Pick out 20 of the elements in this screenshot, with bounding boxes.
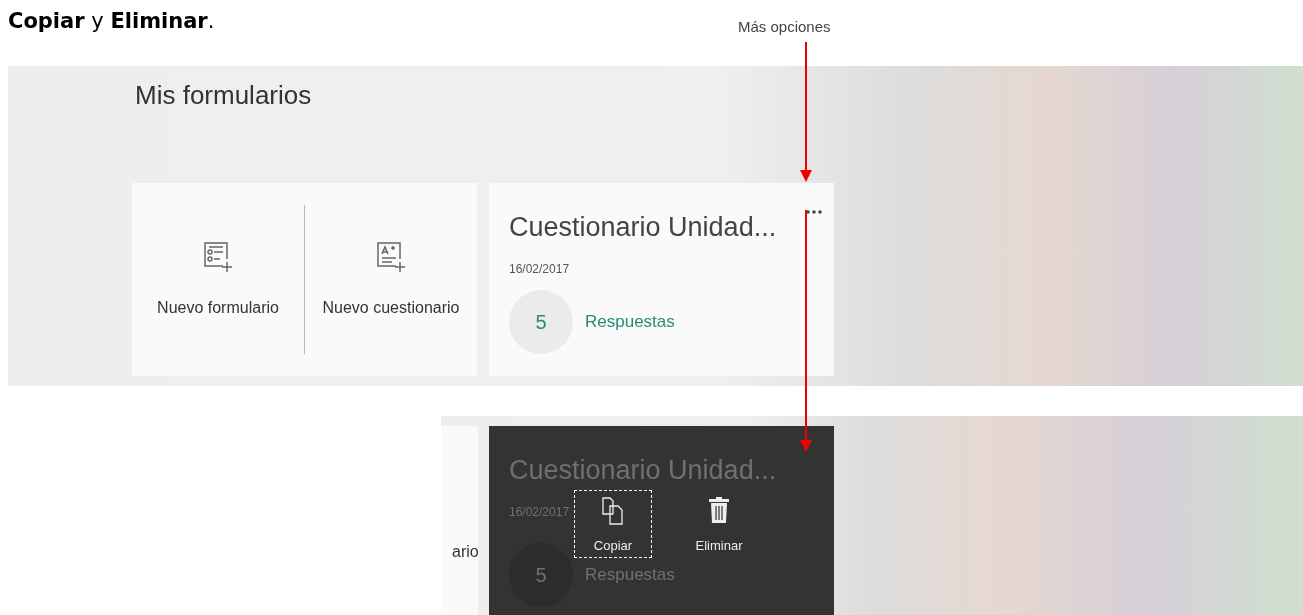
form-date: 16/02/2017 <box>509 503 570 521</box>
more-options-icon[interactable] <box>806 209 822 214</box>
menu-option[interactable]: Copiar <box>574 490 652 558</box>
menu-option[interactable]: Eliminar <box>680 490 758 558</box>
response-count: 5 <box>509 542 573 607</box>
trash-icon <box>708 497 730 523</box>
copy-icon <box>602 497 624 525</box>
form-date: 16/02/2017 <box>509 260 571 278</box>
form-list-icon <box>201 239 235 274</box>
quiz-icon <box>374 239 408 274</box>
response-count: 5 <box>509 289 573 354</box>
new-item-button[interactable]: Nuevo formulario <box>132 183 304 376</box>
new-item-button[interactable]: Nuevo cuestionario <box>305 183 477 376</box>
intro-sentence: Copiar y Eliminar. <box>8 8 215 35</box>
responses-link[interactable]: Respuestas <box>585 308 675 335</box>
partial-label: ario <box>452 542 479 562</box>
page-heading: Mis formularios <box>135 80 312 112</box>
callout-label: Más opciones <box>738 17 831 37</box>
form-title: Cuestionario Unidad... <box>509 454 778 487</box>
form-title: Cuestionario Unidad... <box>509 211 778 244</box>
